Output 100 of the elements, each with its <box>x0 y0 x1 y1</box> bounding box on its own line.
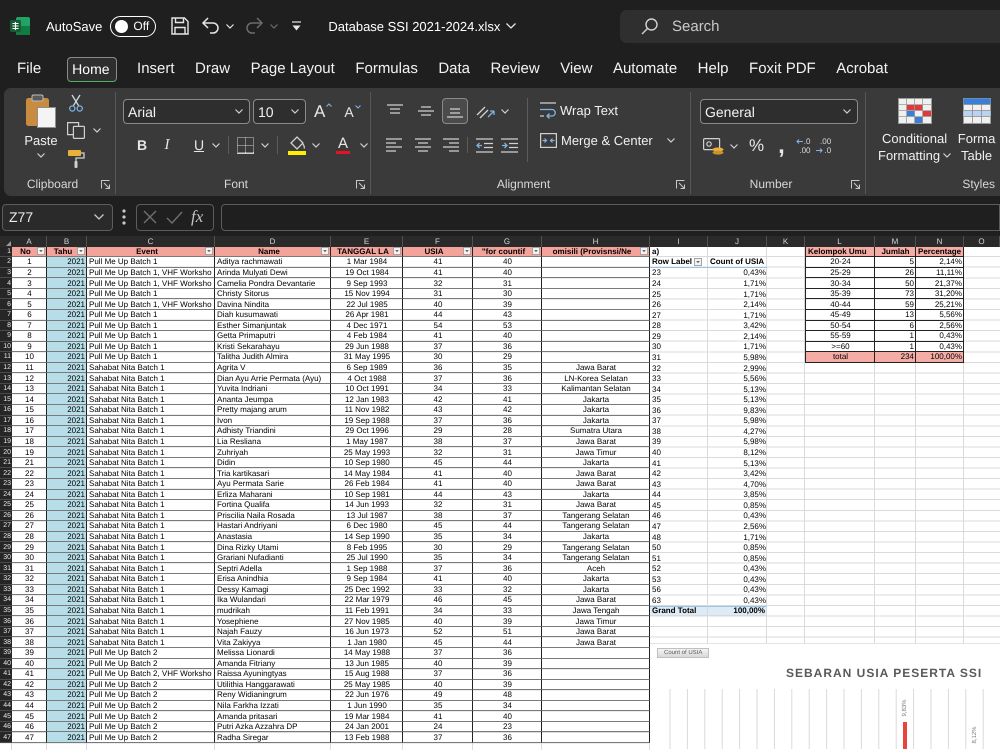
filter-dropdown-icon[interactable] <box>204 247 213 256</box>
menu-tab[interactable]: Help <box>698 55 729 83</box>
menu-tab[interactable]: Automate <box>612 55 678 83</box>
menu-tab[interactable]: Home <box>67 56 117 82</box>
copy-icon[interactable] <box>67 122 85 139</box>
pivot-cell-text: 33 <box>651 373 662 384</box>
font-color-button[interactable]: A <box>333 135 353 155</box>
undo-icon[interactable] <box>201 17 220 35</box>
merge-center-button[interactable]: Merge & Center <box>540 133 653 148</box>
table-cell: 2021 <box>47 732 87 743</box>
chevron-down-icon[interactable] <box>94 214 104 220</box>
checkmark-icon[interactable] <box>166 210 183 224</box>
dialog-launcher-icon[interactable] <box>676 180 685 188</box>
table-cell: Diah kusumawati <box>215 310 331 320</box>
table-cell: 54 <box>403 320 473 332</box>
font-name-field[interactable]: Arial <box>123 99 250 124</box>
align-center-icon[interactable] <box>415 138 431 152</box>
decrease-decimal-button[interactable]: .00 .0 <box>816 137 832 155</box>
pivot-cell-text: 2,56% <box>742 521 767 532</box>
table-cell: 45-49 <box>805 310 875 320</box>
pivot-cell-text: 0,85% <box>742 500 767 511</box>
filter-dropdown-icon[interactable] <box>76 247 85 256</box>
menu-tab[interactable]: File <box>17 55 42 83</box>
document-title[interactable]: Database SSI 2021-2024.xlsx <box>328 18 500 34</box>
menu-tab[interactable]: Draw <box>195 55 230 83</box>
menu-tab[interactable]: Data <box>438 55 470 83</box>
table-cell: Sahabat Nita Batch 1 <box>87 490 215 500</box>
menu-tab[interactable]: Review <box>490 55 540 83</box>
formula-input-field[interactable] <box>221 204 1000 230</box>
pivot-cell-text: 41 <box>651 458 662 468</box>
comma-style-button[interactable]: , <box>778 135 785 157</box>
percent-style-button[interactable]: % <box>749 136 764 156</box>
menu-tab[interactable]: Foxit PDF <box>749 55 816 83</box>
filter-dropdown-icon[interactable] <box>320 247 329 256</box>
filter-dropdown-icon[interactable] <box>392 247 401 256</box>
table-cell: 30-34 <box>805 278 875 289</box>
underline-button[interactable]: U <box>189 135 209 155</box>
table-cell: 37 <box>403 416 473 426</box>
number-format-field[interactable]: General <box>700 99 858 124</box>
money-icon[interactable] <box>703 138 724 154</box>
pivot-cell-text: 2,99% <box>742 362 767 374</box>
more-options-icon[interactable] <box>122 209 126 225</box>
filter-dropdown-icon[interactable] <box>532 247 540 256</box>
filter-dropdown-icon[interactable] <box>694 258 702 266</box>
grow-font-button[interactable]: A <box>314 102 332 122</box>
table-cell: 2021 <box>47 373 87 384</box>
font-size-field[interactable]: 10 <box>253 99 306 124</box>
middle-align-icon <box>418 104 434 118</box>
borders-icon[interactable] <box>237 136 254 154</box>
table-cell: 11 Nov 1982 <box>331 405 403 416</box>
dialog-launcher-icon[interactable] <box>101 180 110 188</box>
increase-decimal-button[interactable]: .0 .00 <box>796 137 810 155</box>
table-cell: 41 <box>403 331 473 342</box>
table-cell: 49 <box>403 690 473 701</box>
menu-tab[interactable]: Page Layout <box>250 55 335 83</box>
menu-tab[interactable]: Insert <box>137 55 175 83</box>
table-cell: 14 May 1984 <box>331 468 403 479</box>
table-cell: 41 <box>403 478 473 490</box>
paint-roller-icon[interactable] <box>67 149 85 168</box>
table-cell: 26 <box>875 268 916 278</box>
shrink-font-button[interactable]: A <box>344 104 361 120</box>
save-icon[interactable] <box>171 17 190 35</box>
name-box-field[interactable]: Z77 <box>2 204 113 230</box>
table-cell: 2021 <box>47 299 87 310</box>
menu-tab[interactable]: View <box>560 55 592 83</box>
table-cell: Dian Ayu Arrie Permata (Ayu) <box>215 373 331 384</box>
wrap-text-button[interactable]: Wrap Text <box>540 101 675 119</box>
table-cell: 37 <box>473 436 542 448</box>
format-as-table-button[interactable]: Forma Table <box>957 98 996 174</box>
insert-function-button[interactable]: fx <box>191 207 204 227</box>
menu-tab[interactable]: Formulas <box>355 55 418 83</box>
filter-dropdown-icon[interactable] <box>640 247 648 256</box>
dialog-launcher-icon[interactable] <box>356 180 365 188</box>
conditional-formatting-button[interactable]: Conditional Formatting <box>878 98 952 174</box>
paint-bucket-icon[interactable] <box>288 135 306 155</box>
group-label: Styles <box>962 177 995 191</box>
cancel-icon[interactable] <box>143 210 157 224</box>
italic-button[interactable]: I <box>157 135 177 155</box>
menu-tab[interactable]: Acrobat <box>836 55 888 83</box>
decrease-indent-icon[interactable] <box>476 138 493 152</box>
column-letter: N <box>916 236 964 247</box>
bold-button[interactable]: B <box>132 135 152 155</box>
filter-dropdown-icon[interactable] <box>463 247 471 256</box>
select-all-button[interactable] <box>0 236 12 247</box>
vertical-align-button[interactable] <box>442 98 468 124</box>
scissors-icon[interactable] <box>69 94 83 112</box>
align-right-icon[interactable] <box>443 138 459 152</box>
increase-indent-icon[interactable] <box>501 138 518 152</box>
search-field[interactable]: Search <box>620 10 1000 42</box>
table-cell: 2,56% <box>916 320 964 332</box>
autosave-toggle[interactable]: Off <box>110 16 156 36</box>
table-cell: 27 Nov 1985 <box>331 616 403 627</box>
customize-toolbar-icon[interactable] <box>292 21 302 31</box>
align-left-icon[interactable] <box>386 138 402 152</box>
table-cell: 53 <box>473 320 542 332</box>
dialog-launcher-icon[interactable] <box>851 180 860 188</box>
paste-button[interactable]: Paste <box>24 94 58 174</box>
total-cell: total <box>805 352 875 363</box>
filter-dropdown-icon[interactable] <box>36 247 45 256</box>
pivot-header-cell: Count of USIA <box>708 257 767 268</box>
